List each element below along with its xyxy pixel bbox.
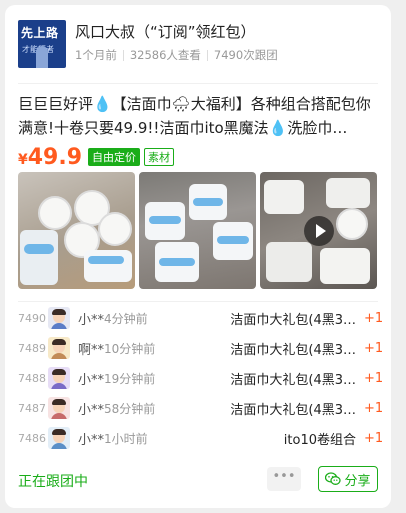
package-shape [320,248,370,284]
package-shape [20,230,58,285]
post-meta: 1个月前 32586人查看 7490次跟团 [75,47,278,63]
order-row[interactable]: 7488 小** 19分钟前 洁面巾大礼包(4黑3… +1 [18,363,384,393]
price-row: ¥ 49.9 自由定价 素材 [18,145,175,170]
buyer-avatar [48,307,70,329]
product-photo-2[interactable] [139,172,256,289]
avatar-figure [36,46,48,68]
package-stripe [24,244,54,254]
order-number: 7487 [18,401,46,415]
package-shape [264,180,304,214]
price-currency: ¥ [18,152,28,168]
package-stripe [193,198,223,206]
package-shape [266,242,312,282]
order-time: 1小时前 [104,431,148,446]
order-time: 19分钟前 [104,371,156,386]
order-quantity: +1 [364,400,384,416]
wechat-icon [325,472,342,485]
order-number: 7490 [18,311,46,325]
order-row[interactable]: 7487 小** 58分钟前 洁面巾大礼包(4黑3… +1 [18,393,384,423]
post-time: 1个月前 [75,48,117,62]
package-stripe [149,216,181,224]
meta-divider [122,49,124,61]
order-row[interactable]: 7490 小** 4分钟前 洁面巾大礼包(4黑3… +1 [18,303,384,333]
share-label: 分享 [344,473,371,489]
product-photo-1[interactable] [18,172,135,289]
order-number: 7486 [18,431,46,445]
order-row[interactable]: 7489 啊** 10分钟前 洁面巾大礼包(4黑3… +1 [18,333,384,363]
package-shape [326,178,370,208]
order-row[interactable]: 7486 小** 1小时前 ito10卷组合 +1 [18,423,384,453]
order-time: 4分钟前 [104,311,148,326]
buyer-name: 小** [78,432,105,448]
tissue-roll [38,196,72,230]
buyer-avatar [48,367,70,389]
order-list: 7490 小** 4分钟前 洁面巾大礼包(4黑3… +1 7489 啊** 10分钟前 洁面巾大… [18,303,384,453]
join-count: 7490次跟团 [213,48,278,62]
order-quantity: +1 [364,430,384,446]
material-tag[interactable]: 素材 [144,148,175,166]
package-shape [84,250,132,282]
avatar-logo-text: 先上路 [21,26,59,40]
buyer-name: 小** [78,372,105,388]
package-stripe [159,258,195,266]
post-description[interactable]: 巨巨巨好评💧【洁面巾🌧大福利】各种组合搭配包你满意!十卷只要49.9!!洁面巾i… [18,92,378,140]
play-icon[interactable] [304,216,334,246]
tissue-roll [336,208,368,240]
order-quantity: +1 [364,370,384,386]
buyer-name: 小** [78,312,105,328]
buyer-name: 小** [78,402,105,418]
order-item: 洁面巾大礼包(4黑3… [230,402,356,418]
view-count: 32586人查看 [129,48,201,62]
order-quantity: +1 [364,310,384,326]
tissue-roll [98,212,132,246]
order-item: 洁面巾大礼包(4黑3… [230,342,356,358]
order-time: 10分钟前 [104,341,156,356]
divider [18,301,378,302]
order-quantity: +1 [364,340,384,356]
package-stripe [88,256,124,264]
order-item: 洁面巾大礼包(4黑3… [230,372,356,388]
order-item: 洁面巾大礼包(4黑3… [230,312,356,328]
free-price-tag: 自由定价 [88,148,141,166]
group-status: 正在跟团中 [18,474,88,490]
order-number: 7488 [18,371,46,385]
product-photo-3[interactable] [260,172,377,289]
order-time: 58分钟前 [104,401,156,416]
more-button[interactable]: ••• [267,467,301,491]
package-stripe [217,236,249,244]
order-item: ito10卷组合 [283,432,356,448]
author-avatar[interactable]: 先上路 才能行者 [18,20,66,68]
buyer-name: 啊** [78,342,105,358]
group-buy-card[interactable]: 先上路 才能行者 风口大叔（“订阅”领红包） 1个月前 32586人查看 749… [5,5,391,508]
divider [18,83,378,84]
share-button[interactable]: 分享 [318,466,378,492]
meta-divider [206,49,208,61]
price-value: 49.9 [27,145,83,170]
photo-grid [18,172,377,289]
buyer-avatar [48,337,70,359]
buyer-avatar [48,397,70,419]
order-number: 7489 [18,341,46,355]
buyer-avatar [48,427,70,449]
author-name[interactable]: 风口大叔（“订阅”领红包） [75,21,256,42]
